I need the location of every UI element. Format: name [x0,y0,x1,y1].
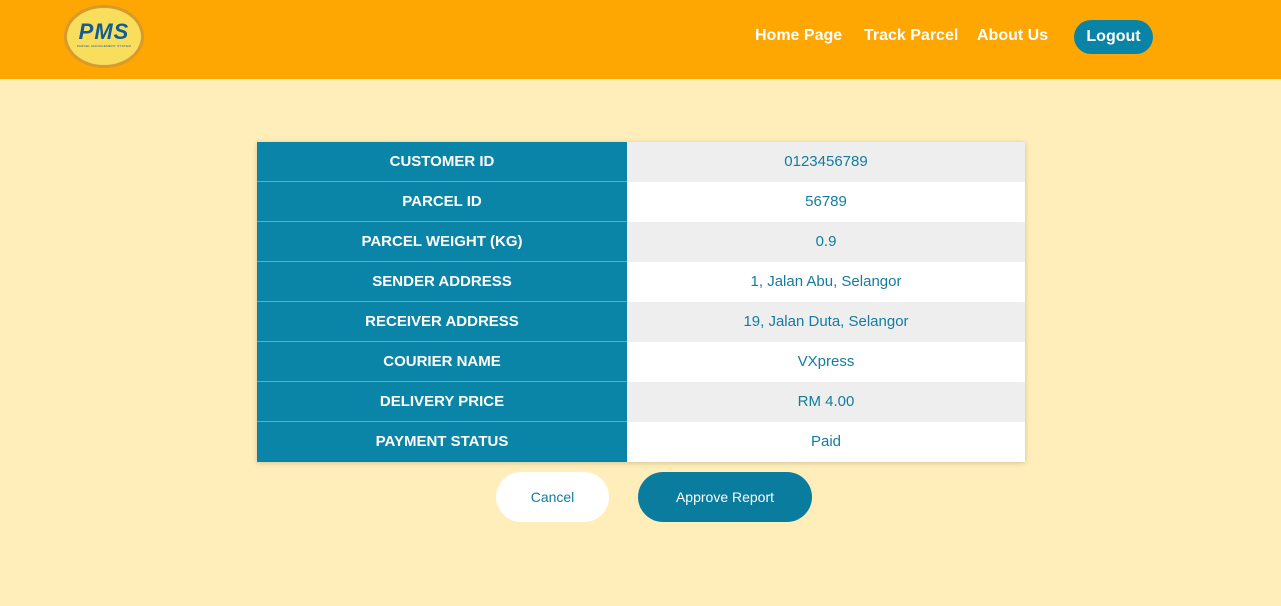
payment-status-value: Paid [627,421,1025,462]
parcel-weight-label: PARCEL WEIGHT (KG) [257,221,627,262]
table-row: SENDER ADDRESS 1, Jalan Abu, Selangor [257,261,1025,302]
delivery-price-value: RM 4.00 [627,381,1025,422]
top-header: PMS PARCEL MANAGEMENT SYSTEM Home Page T… [0,0,1281,79]
parcel-id-label: PARCEL ID [257,181,627,222]
sender-address-label: SENDER ADDRESS [257,261,627,302]
sender-address-value: 1, Jalan Abu, Selangor [627,261,1025,302]
logo-text: PMS [78,19,130,44]
customer-id-label: CUSTOMER ID [257,142,627,182]
parcel-details-table: CUSTOMER ID 0123456789 PARCEL ID 56789 P… [257,142,1025,462]
receiver-address-value: 19, Jalan Duta, Selangor [627,301,1025,342]
courier-name-value: VXpress [627,341,1025,382]
customer-id-value: 0123456789 [627,142,1025,182]
courier-name-label: COURIER NAME [257,341,627,382]
delivery-price-label: DELIVERY PRICE [257,381,627,422]
table-row: RECEIVER ADDRESS 19, Jalan Duta, Selango… [257,301,1025,342]
table-row: PARCEL WEIGHT (KG) 0.9 [257,221,1025,262]
table-row: COURIER NAME VXpress [257,341,1025,382]
table-row: CUSTOMER ID 0123456789 [257,142,1025,182]
payment-status-label: PAYMENT STATUS [257,421,627,462]
nav-home-page-link[interactable]: Home Page [755,27,842,45]
table-row: DELIVERY PRICE RM 4.00 [257,381,1025,422]
nav-about-us-link[interactable]: About Us [977,27,1048,45]
receiver-address-label: RECEIVER ADDRESS [257,301,627,342]
parcel-weight-value: 0.9 [627,221,1025,262]
table-row: PAYMENT STATUS Paid [257,421,1025,462]
pms-logo[interactable]: PMS PARCEL MANAGEMENT SYSTEM [64,5,144,68]
cancel-button[interactable]: Cancel [496,472,609,522]
logo-subtext: PARCEL MANAGEMENT SYSTEM [76,44,132,48]
logout-button[interactable]: Logout [1074,20,1153,54]
nav-track-parcel-link[interactable]: Track Parcel [864,27,958,45]
parcel-id-value: 56789 [627,181,1025,222]
approve-report-button[interactable]: Approve Report [638,472,812,522]
table-row: PARCEL ID 56789 [257,181,1025,222]
